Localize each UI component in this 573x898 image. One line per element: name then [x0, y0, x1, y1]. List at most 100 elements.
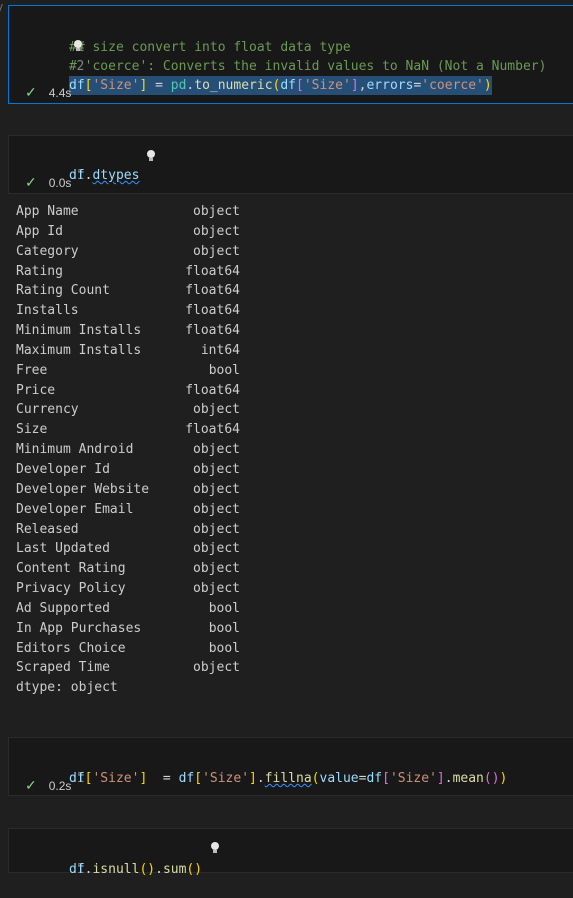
column-name: Developer Website [16, 481, 150, 497]
dtype-row: Size float64 [16, 420, 240, 440]
dtype-row: Developer Id object [16, 460, 240, 480]
column-dtype: object [193, 521, 240, 537]
column-dtype: object [193, 243, 240, 259]
dtype-row: Developer Website object [16, 480, 240, 500]
code-token: ] [436, 771, 445, 786]
dtype-row: Installs float64 [16, 301, 240, 321]
code-text[interactable]: df.isnull().sum() [69, 860, 202, 879]
code-cell-4[interactable]: 1 df.isnull().sum() [8, 828, 573, 877]
gutter-marker [0, 4, 7, 14]
code-token: to_numeric [194, 78, 273, 93]
column-name: Privacy Policy [16, 581, 126, 597]
code-token: pd [170, 78, 187, 93]
column-name: App Id [16, 223, 63, 239]
dtype-row: Last Updated object [16, 539, 240, 559]
code-token: 'Size' [303, 78, 351, 93]
code-token: errors [366, 78, 414, 93]
column-dtype: bool [208, 640, 240, 656]
code-token: ) [483, 78, 492, 93]
code-token: value [319, 771, 359, 786]
column-name: Last Updated [16, 541, 110, 557]
code-token: = [147, 78, 171, 93]
code-line[interactable]: 2 # 'coerce': Converts the invalid values… [9, 38, 546, 74]
dtype-row: Category object [16, 242, 240, 262]
column-name: Category [16, 243, 79, 259]
dtype-row: Minimum Android object [16, 440, 240, 460]
code-token: ) [147, 862, 156, 877]
dtype-row: Minimum Installs float64 [16, 321, 240, 341]
dtype-row: Price float64 [16, 381, 240, 401]
code-cell-2[interactable]: 1 df.dtypes ✓ 0.0s [8, 135, 573, 194]
column-dtype: object [193, 561, 240, 577]
dtype-row: In App Purchases bool [16, 619, 240, 639]
execution-time: 0.2s [48, 779, 72, 793]
code-cell-3[interactable]: 1 df['Size'] = df['Size'].fillna(value=df… [8, 737, 573, 796]
column-name: Developer Id [16, 461, 110, 477]
code-text[interactable]: ## size convert into float data type [69, 38, 351, 57]
code-token: ) [194, 862, 203, 877]
column-dtype: object [193, 442, 240, 458]
column-name: Maximum Installs [16, 342, 142, 358]
code-cell-1[interactable]: 1 ## size convert into float data type 2 #… [8, 5, 573, 104]
column-name: Rating [16, 263, 63, 279]
check-icon: ✓ [25, 777, 37, 793]
column-dtype: object [193, 204, 240, 219]
code-token: = [147, 771, 179, 786]
lightbulb-icon[interactable] [210, 842, 219, 854]
lightbulb-icon[interactable] [146, 150, 155, 162]
code-token: [ [382, 771, 390, 786]
code-token: ## size convert into float data type [69, 40, 351, 55]
code-line[interactable]: 1 df.isnull().sum() [9, 841, 202, 877]
code-line[interactable]: 1 df['Size'] = df['Size'].fillna(value=df… [9, 750, 507, 786]
execution-time: 0.0s [48, 176, 72, 190]
dtype-row: Currency object [16, 400, 240, 420]
column-name: Minimum Installs [16, 323, 142, 339]
column-dtype: float64 [185, 323, 240, 339]
code-line[interactable]: 1 df.dtypes [9, 147, 139, 183]
code-token: ( [483, 771, 492, 786]
code-token: dtypes [92, 168, 140, 183]
column-name: Minimum Android [16, 442, 134, 458]
code-token: 'Size' [202, 771, 250, 786]
code-token: [ [296, 78, 304, 93]
dtype-row: Privacy Policy object [16, 579, 240, 599]
column-dtype: object [193, 541, 240, 557]
column-name: App Name [16, 204, 79, 219]
dtype-row: App Name object [16, 202, 240, 222]
code-text[interactable]: df['Size'] = df['Size'].fillna(value=df[… [69, 769, 507, 788]
column-dtype: bool [208, 600, 240, 616]
column-name: Scraped Time [16, 660, 110, 676]
column-dtype: object [193, 501, 240, 517]
code-text[interactable]: df['Size'] = pd.to_numeric(df['Size'],er… [69, 76, 492, 95]
column-name: Price [16, 382, 56, 398]
column-dtype: float64 [185, 303, 240, 319]
code-token: # 'coerce': Converts the invalid values … [69, 59, 547, 74]
lightbulb-icon[interactable] [73, 40, 82, 52]
dtype-row: Rating float64 [16, 262, 240, 282]
column-dtype: bool [208, 362, 240, 378]
code-token: 'coerce' [421, 78, 484, 93]
dtype-footer: dtype: object [16, 680, 118, 696]
code-token: df [69, 862, 85, 877]
code-token: isnull [92, 862, 140, 877]
code-text[interactable]: # 'coerce': Converts the invalid values … [69, 57, 546, 76]
dtype-row: Released object [16, 520, 240, 540]
code-token: 'Size' [92, 771, 140, 786]
dtype-row: App Id object [16, 222, 240, 242]
column-dtype: float64 [185, 382, 240, 398]
code-line[interactable]: 3df['Size'] = pd.to_numeric(df['Size'],e… [9, 57, 492, 95]
code-line[interactable]: 1 ## size convert into float data type [9, 19, 351, 55]
column-dtype: object [193, 481, 240, 497]
dtype-row: Scraped Time object [16, 658, 240, 678]
column-name: Released [16, 521, 79, 537]
dtype-row: Free bool [16, 361, 240, 381]
dtype-row: Maximum Installs int64 [16, 341, 240, 361]
column-name: Rating Count [16, 283, 110, 299]
code-text[interactable]: df.dtypes [69, 166, 139, 185]
dtype-row: Rating Count float64 [16, 281, 240, 301]
code-token: ( [311, 771, 320, 786]
dtype-row: Editors Choice bool [16, 639, 240, 659]
dtype-row: Developer Email object [16, 500, 240, 520]
column-name: Content Rating [16, 561, 126, 577]
column-dtype: object [193, 581, 240, 597]
